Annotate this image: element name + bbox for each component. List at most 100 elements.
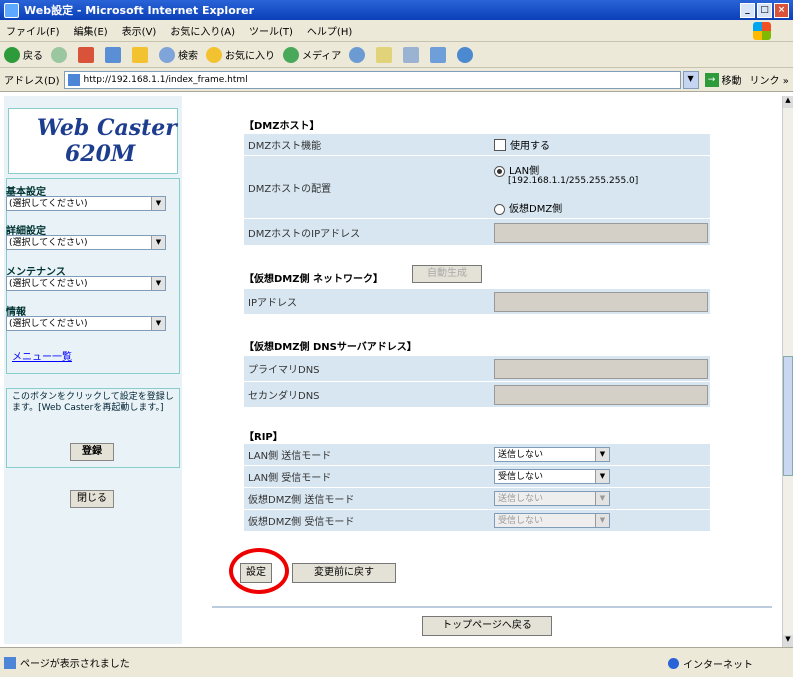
back-arrow-icon xyxy=(4,46,20,63)
windows-logo-icon xyxy=(753,22,771,40)
address-dropdown[interactable]: ▼ xyxy=(682,70,699,89)
print-button[interactable] xyxy=(403,46,422,63)
back-button[interactable]: 戻る xyxy=(4,46,43,63)
dmz-enable-checkbox[interactable] xyxy=(494,138,506,151)
dmz-function-row: DMZホスト機能 使用する xyxy=(244,133,710,155)
page-done-icon xyxy=(4,656,16,669)
virtual-ip-label: IPアドレス xyxy=(248,298,297,309)
scroll-thumb[interactable] xyxy=(783,356,793,476)
dmz-lan-address: [192.168.1.1/255.255.255.0] xyxy=(508,176,639,186)
menu-help[interactable]: ヘルプ(H) xyxy=(307,23,352,38)
forward-arrow-icon xyxy=(51,46,67,63)
menu-edit[interactable]: 編集(E) xyxy=(74,23,108,38)
menu-bar: ファイル(F) 編集(E) 表示(V) お気に入り(A) ツール(T) ヘルプ(… xyxy=(0,20,793,42)
refresh-button[interactable] xyxy=(105,46,124,63)
rip-virtual-send-select[interactable]: 送信しない ▼ xyxy=(494,491,610,506)
menu-info-select[interactable]: (選択してください) ▼ xyxy=(6,316,166,331)
links-button[interactable]: リンク » xyxy=(750,72,789,87)
register-info-text: このボタンをクリックして設定を登録します。[Web Casterを再起動します。… xyxy=(12,392,174,413)
messenger-button[interactable] xyxy=(457,46,476,63)
chevron-down-icon: ▼ xyxy=(595,492,609,505)
menu-favorites[interactable]: お気に入り(A) xyxy=(170,23,235,38)
stop-button[interactable] xyxy=(78,46,97,63)
dmz-placement-row: DMZホストの配置 LAN側 [192.168.1.1/255.255.255.… xyxy=(244,155,710,218)
rip-lan-receive-label: LAN側 受信モード xyxy=(248,473,332,484)
primary-dns-label: プライマリDNS xyxy=(248,365,320,376)
rip-row: LAN側 受信モード 受信しない ▼ xyxy=(244,465,710,487)
refresh-icon xyxy=(105,46,121,63)
menu-maintenance-select[interactable]: (選択してください) ▼ xyxy=(6,276,166,291)
address-input[interactable]: http://192.168.1.1/index_frame.html xyxy=(63,70,681,89)
mail-icon xyxy=(376,46,393,63)
favorites-button[interactable]: お気に入り xyxy=(206,46,275,63)
dmz-ip-label: DMZホストのIPアドレス xyxy=(248,228,361,240)
vertical-scrollbar[interactable]: ▲ ▼ xyxy=(782,96,793,647)
edit-button[interactable] xyxy=(430,46,449,63)
dmz-lan-radio[interactable] xyxy=(494,165,505,177)
dmz-section-title: 【DMZホスト】 xyxy=(244,121,320,132)
globe-icon xyxy=(668,658,679,669)
home-button[interactable] xyxy=(132,46,151,63)
primary-dns-input[interactable] xyxy=(494,359,708,379)
go-arrow-icon: → xyxy=(704,72,719,87)
virtual-ip-row: IPアドレス xyxy=(244,288,710,314)
dmz-ip-row: DMZホストのIPアドレス xyxy=(244,218,710,245)
menu-view[interactable]: 表示(V) xyxy=(122,23,157,38)
search-icon xyxy=(159,46,175,63)
search-button[interactable]: 検索 xyxy=(159,46,198,63)
secondary-dns-row: セカンダリDNS xyxy=(244,381,710,407)
menu-tools[interactable]: ツール(T) xyxy=(249,23,293,38)
edit-icon xyxy=(430,46,447,63)
mail-button[interactable] xyxy=(376,46,395,63)
menu-basic-select[interactable]: (選択してください) ▼ xyxy=(6,196,166,211)
menu-advanced-select[interactable]: (選択してください) ▼ xyxy=(6,235,166,250)
back-to-top-button[interactable]: トップページへ戻る xyxy=(422,616,552,636)
rip-lan-receive-select[interactable]: 受信しない ▼ xyxy=(494,469,610,484)
rip-row: 仮想DMZ側 受信モード 受信しない ▼ xyxy=(244,509,710,531)
maximize-button[interactable]: □ xyxy=(757,3,772,18)
rip-row: 仮想DMZ側 送信モード 送信しない ▼ xyxy=(244,487,710,509)
status-text: ページが表示されました xyxy=(20,659,130,670)
forward-button[interactable] xyxy=(51,46,70,63)
address-bar: アドレス(D) http://192.168.1.1/index_frame.h… xyxy=(0,68,793,92)
window-title: Web設定 - Microsoft Internet Explorer xyxy=(24,4,255,17)
web-caster-logo: Web Caster 620M xyxy=(8,108,178,174)
close-button[interactable]: 閉じる xyxy=(70,490,114,508)
print-icon xyxy=(403,46,420,63)
register-button[interactable]: 登録 xyxy=(70,443,114,461)
minimize-button[interactable]: _ xyxy=(740,3,755,18)
rip-lan-send-label: LAN側 送信モード xyxy=(248,451,332,462)
history-button[interactable] xyxy=(349,46,368,63)
rip-virtual-receive-select[interactable]: 受信しない ▼ xyxy=(494,513,610,528)
virtual-network-title: 【仮想DMZ側 ネットワーク】 xyxy=(244,274,383,285)
star-icon xyxy=(206,46,222,63)
secondary-dns-input[interactable] xyxy=(494,385,708,405)
messenger-icon xyxy=(457,46,474,63)
dmz-virtual-label: 仮想DMZ側 xyxy=(509,204,563,215)
revert-button[interactable]: 変更前に戻す xyxy=(292,563,396,583)
chevron-down-icon: ▼ xyxy=(151,197,165,210)
close-window-button[interactable]: × xyxy=(774,3,789,18)
security-zone: インターネット xyxy=(668,656,753,671)
virtual-ip-input[interactable] xyxy=(494,292,708,312)
chevron-down-icon: ▼ xyxy=(595,470,609,483)
status-bar: ページが表示されました インターネット xyxy=(0,647,793,677)
rip-lan-send-select[interactable]: 送信しない ▼ xyxy=(494,447,610,462)
chevron-down-icon: ▼ xyxy=(151,317,165,330)
ie-icon xyxy=(4,2,19,18)
auto-generate-button[interactable]: 自動生成 xyxy=(412,265,482,283)
chevron-down-icon: ▼ xyxy=(151,277,165,290)
dmz-ip-input[interactable] xyxy=(494,223,708,243)
menu-list-link[interactable]: メニュー一覧 xyxy=(12,348,72,363)
highlight-circle xyxy=(229,548,289,594)
scroll-down-arrow-icon[interactable]: ▼ xyxy=(783,635,793,647)
dmz-placement-label: DMZホストの配置 xyxy=(248,183,332,195)
media-button[interactable]: メディア xyxy=(283,46,341,63)
go-button[interactable]: → 移動 xyxy=(704,72,742,87)
dmz-virtual-radio[interactable] xyxy=(494,203,505,215)
menu-file[interactable]: ファイル(F) xyxy=(6,23,60,38)
chevron-down-icon: ▼ xyxy=(595,514,609,527)
rip-row: LAN側 送信モード 送信しない ▼ xyxy=(244,443,710,465)
scroll-up-arrow-icon[interactable]: ▲ xyxy=(783,96,793,108)
secondary-dns-label: セカンダリDNS xyxy=(248,391,320,402)
